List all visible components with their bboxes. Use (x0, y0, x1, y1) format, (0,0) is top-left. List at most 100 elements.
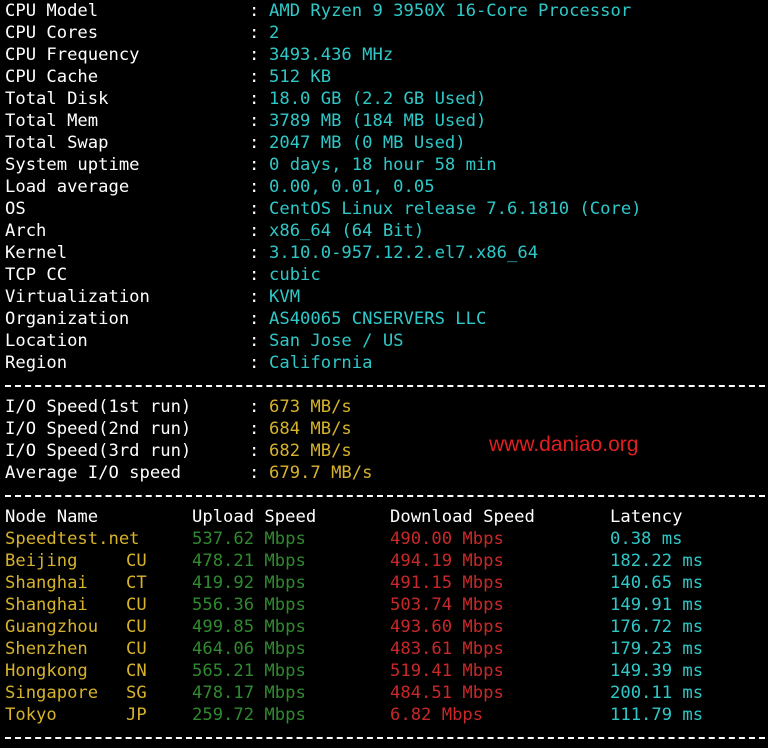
io-label: Average I/O speed (5, 463, 181, 483)
colon-separator: : (249, 397, 260, 417)
colon-separator: : (249, 353, 260, 373)
info-label: CPU Cores (5, 23, 99, 43)
upload-speed: 419.92 Mbps (192, 573, 306, 593)
colon-separator: : (249, 177, 260, 197)
info-label: CPU Model (5, 1, 99, 21)
info-row: Total Mem:3789 MB (184 MB Used) (5, 110, 765, 132)
io-value: 673 MB/s (269, 397, 352, 417)
colon-separator: : (249, 1, 260, 21)
io-value: 684 MB/s (269, 419, 352, 439)
upload-speed: 478.17 Mbps (192, 683, 306, 703)
latency: 0.38 ms (610, 529, 683, 549)
colon-separator: : (249, 133, 260, 153)
node-name: Shanghai (5, 595, 88, 615)
io-label: I/O Speed(1st run) (5, 397, 192, 417)
download-speed: 484.51 Mbps (390, 683, 504, 703)
colon-separator: : (249, 287, 260, 307)
table-row: Singapore SG 478.17 Mbps 484.51 Mbps 200.11 … (5, 682, 765, 704)
table-row: Guangzhou CU 499.85 Mbps 493.60 Mbps 176.72 … (5, 616, 765, 638)
info-value: 0.00, 0.01, 0.05 (269, 177, 435, 197)
node-name: Speedtest.net (5, 529, 140, 549)
info-value: CentOS Linux release 7.6.1810 (Core) (269, 199, 642, 219)
table-row: Hongkong CN 565.21 Mbps 519.41 Mbps 149.39 m… (5, 660, 765, 682)
colon-separator: : (249, 463, 260, 483)
table-row: Shenzhen CU 464.06 Mbps 483.61 Mbps 179.23 m… (5, 638, 765, 660)
colon-separator: : (249, 111, 260, 131)
info-row: Virtualization: KVM (5, 286, 765, 308)
node-name: Shenzhen (5, 639, 88, 659)
header-download-speed: Download Speed (390, 507, 535, 527)
io-row: Average I/O speed:679.7 MB/s (5, 462, 765, 484)
table-row: Shanghai CU 556.36 Mbps 503.74 Mbps 149.91 m… (5, 594, 765, 616)
node-name: Beijing (5, 551, 78, 571)
upload-speed: 565.21 Mbps (192, 661, 306, 681)
info-value: 512 KB (269, 67, 332, 87)
upload-speed: 464.06 Mbps (192, 639, 306, 659)
colon-separator: : (249, 89, 260, 109)
info-value: cubic (269, 265, 321, 285)
info-row: Location: San Jose / US (5, 330, 765, 352)
upload-speed: 499.85 Mbps (192, 617, 306, 637)
io-value: 679.7 MB/s (269, 463, 373, 483)
info-value: 2 (269, 23, 280, 43)
info-row: CPU Cache:512 KB (5, 66, 765, 88)
info-row: Total Swap:2047 MB (0 MB Used) (5, 132, 765, 154)
latency: 182.22 ms (610, 551, 704, 571)
colon-separator: : (249, 199, 260, 219)
info-row: TCP CC: cubic (5, 264, 765, 286)
table-row: Shanghai CT 419.92 Mbps 491.15 Mbps 140.65 m… (5, 572, 765, 594)
info-row: Region: California (5, 352, 765, 374)
info-value: KVM (269, 287, 301, 307)
colon-separator: : (249, 419, 260, 439)
info-value: San Jose / US (269, 331, 404, 351)
colon-separator: : (249, 243, 260, 263)
info-row: Organization: AS40065 CNSERVERS LLC (5, 308, 765, 330)
latency: 111.79 ms (610, 705, 704, 725)
info-value: California (269, 353, 373, 373)
info-value: AMD Ryzen 9 3950X 16-Core Processor (269, 1, 632, 21)
info-label: System uptime (5, 155, 140, 175)
table-row: Tokyo JP 259.72 Mbps 6.82 Mbps 111.79 ms (5, 704, 765, 726)
info-label: Location (5, 331, 88, 351)
download-speed: 491.15 Mbps (390, 573, 504, 593)
io-row: I/O Speed(1st run):673 MB/s (5, 396, 765, 418)
info-row: OS: CentOS Linux release 7.6.1810 (Core) (5, 198, 765, 220)
separator-line (5, 484, 765, 506)
upload-speed: 478.21 Mbps (192, 551, 306, 571)
colon-separator: : (249, 67, 260, 87)
download-speed: 493.60 Mbps (390, 617, 504, 637)
io-value: 682 MB/s (269, 441, 352, 461)
info-label: Virtualization (5, 287, 150, 307)
colon-separator: : (249, 309, 260, 329)
info-label: TCP CC (5, 265, 68, 285)
table-row: Beijing CU 478.21 Mbps 494.19 Mbps 182.22 ms (5, 550, 765, 572)
info-label: Load average (5, 177, 130, 197)
latency: 200.11 ms (610, 683, 704, 703)
upload-speed: 556.36 Mbps (192, 595, 306, 615)
info-value: 3493.436 MHz (269, 45, 394, 65)
latency: 149.91 ms (610, 595, 704, 615)
info-label: Arch (5, 221, 47, 241)
colon-separator: : (249, 23, 260, 43)
download-speed: 519.41 Mbps (390, 661, 504, 681)
terminal-output: CPU Model: AMD Ryzen 9 3950X 16-Core Proc… (5, 0, 765, 748)
node-isp: SG (126, 683, 147, 703)
colon-separator: : (249, 45, 260, 65)
separator-line (5, 374, 765, 396)
info-row: CPU Frequency:3493.436 MHz (5, 44, 765, 66)
io-row: I/O Speed(3rd run):682 MB/s (5, 440, 765, 462)
info-row: CPU Cores:2 (5, 22, 765, 44)
io-row: I/O Speed(2nd run):684 MB/s (5, 418, 765, 440)
download-speed: 494.19 Mbps (390, 551, 504, 571)
info-value: 0 days, 18 hour 58 min (269, 155, 497, 175)
node-isp: CU (126, 639, 147, 659)
colon-separator: : (249, 155, 260, 175)
download-speed: 503.74 Mbps (390, 595, 504, 615)
download-speed: 490.00 Mbps (390, 529, 504, 549)
info-row: Kernel:3.10.0-957.12.2.el7.x86_64 (5, 242, 765, 264)
info-value: 2047 MB (0 MB Used) (269, 133, 466, 153)
node-isp: CU (126, 617, 147, 637)
colon-separator: : (249, 441, 260, 461)
node-name: Singapore (5, 683, 99, 703)
info-label: OS (5, 199, 26, 219)
